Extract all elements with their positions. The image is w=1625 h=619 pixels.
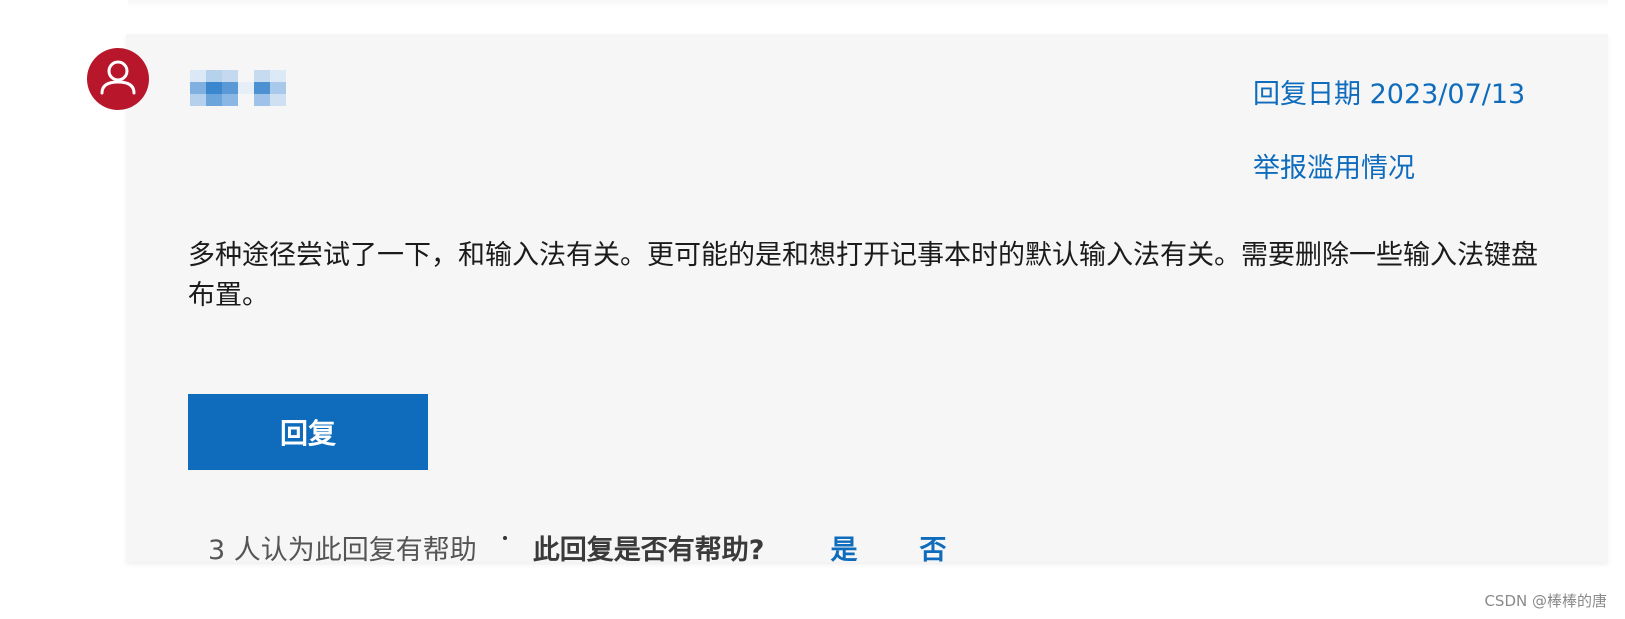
reply-body-text: 多种途径尝试了一下，和输入法有关。更可能的是和想打开记事本时的默认输入法有关。需… [188, 240, 1538, 311]
username-obscured[interactable] [190, 70, 300, 106]
separator-dot [502, 535, 507, 540]
helpful-feedback-bar: 3 人认为此回复有帮助 此回复是否有帮助? 是 否 [208, 528, 946, 567]
helpful-count: 3 人认为此回复有帮助 [208, 535, 477, 566]
reply-date: 回复日期 2023/07/13 [1253, 79, 1526, 110]
reply-button[interactable]: 回复 [188, 394, 428, 470]
previous-card-edge [128, 0, 1608, 8]
user-avatar-icon[interactable] [87, 48, 149, 110]
report-abuse-link[interactable]: 举报滥用情况 [1253, 146, 1415, 185]
vote-yes-button[interactable]: 是 [830, 528, 857, 567]
helpful-question: 此回复是否有帮助? [532, 535, 765, 566]
vote-no-button[interactable]: 否 [919, 528, 946, 567]
csdn-watermark: CSDN @棒棒的唐 [1484, 592, 1607, 610]
